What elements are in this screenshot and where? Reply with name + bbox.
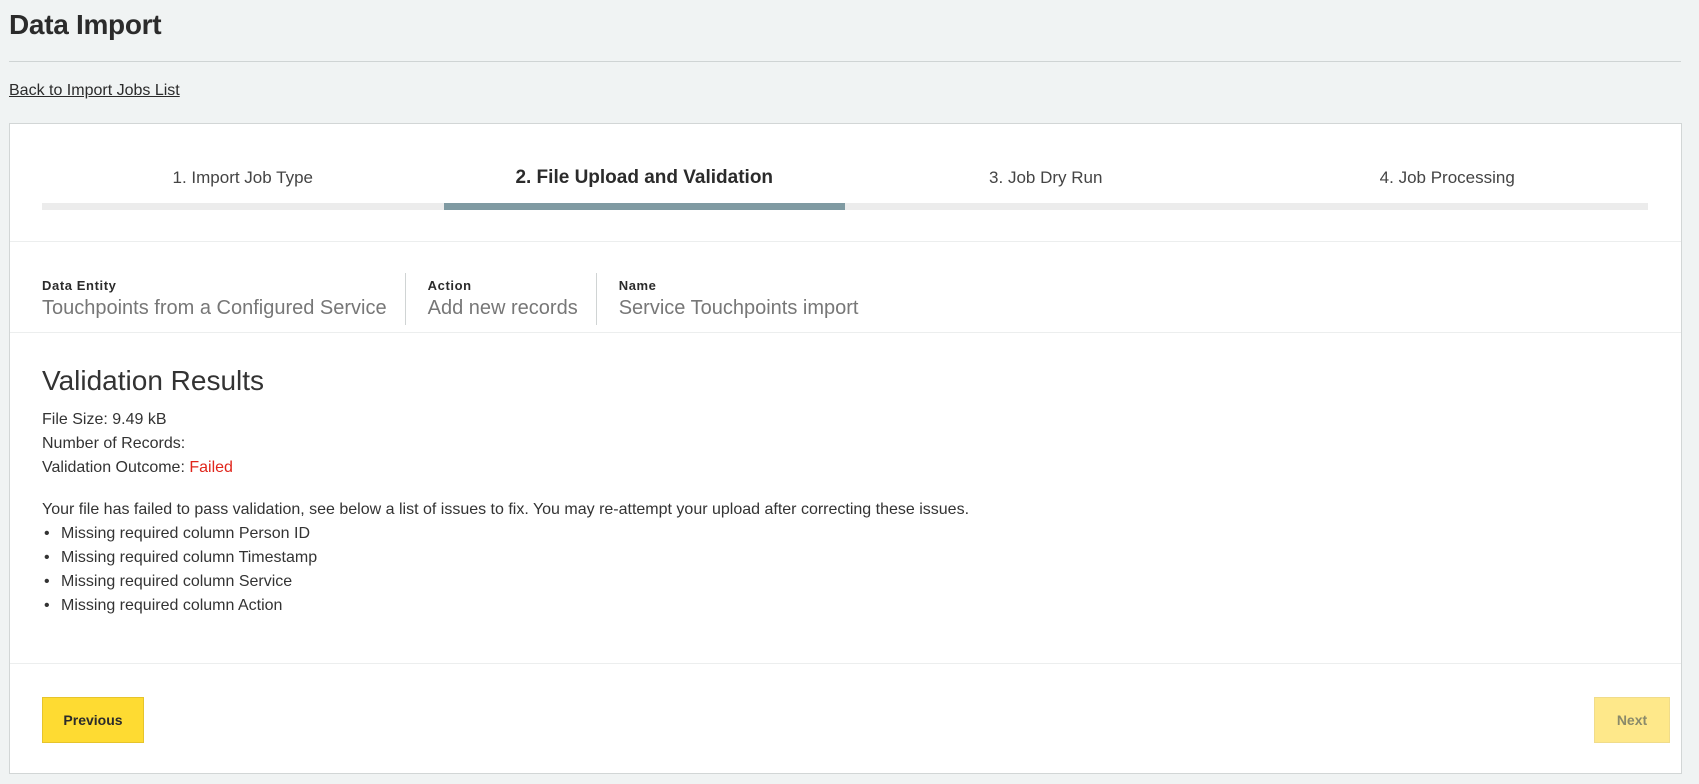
import-wizard-card: 1. Import Job Type 2. File Upload and Va…	[9, 123, 1682, 774]
list-item: • Missing required column Service	[42, 570, 1642, 594]
section-divider	[10, 332, 1681, 333]
bullet-icon: •	[44, 525, 50, 542]
meta-label: Name	[618, 278, 657, 293]
bullet-icon: •	[44, 549, 50, 566]
file-size-line: File Size: 9.49 kB	[42, 408, 1642, 432]
outcome-status-failed: Failed	[189, 459, 233, 476]
wizard-stepper: 1. Import Job Type 2. File Upload and Va…	[42, 124, 1648, 210]
page-title: Data Import	[9, 9, 162, 40]
step-file-upload-validation[interactable]: 2. File Upload and Validation	[443, 124, 845, 210]
previous-button[interactable]: Previous	[42, 697, 144, 743]
list-item: • Missing required column Timestamp	[42, 546, 1642, 570]
meta-label: Data Entity	[42, 278, 117, 293]
step-progress-bar	[42, 203, 444, 210]
validation-results: Validation Results File Size: 9.49 kB Nu…	[42, 364, 1642, 618]
records-label: Number of Records:	[42, 435, 186, 452]
bullet-icon: •	[44, 597, 50, 614]
issue-text: Missing required column Person ID	[61, 525, 310, 542]
records-line: Number of Records:	[42, 432, 1642, 456]
step-job-processing[interactable]: 4. Job Processing	[1246, 124, 1648, 210]
list-item: • Missing required column Action	[42, 594, 1642, 618]
step-label: 3. Job Dry Run	[989, 168, 1103, 187]
validation-results-title: Validation Results	[42, 365, 265, 396]
section-divider	[10, 241, 1681, 242]
meta-action: Action Add new records	[428, 273, 597, 325]
step-progress-bar	[443, 203, 845, 210]
validation-message: Your file has failed to pass validation,…	[42, 501, 970, 518]
step-import-job-type[interactable]: 1. Import Job Type	[42, 124, 444, 210]
meta-value: Add new records	[427, 297, 578, 319]
step-progress-bar	[845, 203, 1247, 210]
meta-label: Action	[427, 278, 472, 293]
section-divider	[10, 663, 1681, 664]
next-button[interactable]: Next	[1594, 697, 1670, 743]
meta-name: Name Service Touchpoints import	[619, 273, 877, 325]
meta-value: Touchpoints from a Configured Service	[42, 297, 387, 319]
validation-info: File Size: 9.49 kB Number of Records: Va…	[42, 408, 1642, 480]
back-to-import-jobs-link[interactable]: Back to Import Jobs List	[9, 82, 180, 100]
validation-issues-list: • Missing required column Person ID • Miss…	[42, 522, 1642, 618]
outcome-label: Validation Outcome:	[42, 459, 185, 476]
step-label: 2. File Upload and Validation	[515, 167, 774, 188]
meta-value: Service Touchpoints import	[618, 297, 859, 319]
meta-data-entity: Data Entity Touchpoints from a Configure…	[42, 273, 406, 325]
step-progress-bar	[1246, 203, 1648, 210]
step-label: 1. Import Job Type	[172, 168, 313, 187]
issue-text: Missing required column Timestamp	[61, 549, 318, 566]
step-label: 4. Job Processing	[1379, 168, 1515, 187]
bullet-icon: •	[44, 573, 50, 590]
page-header: Data Import	[9, 0, 1681, 62]
issue-text: Missing required column Service	[61, 573, 293, 590]
step-job-dry-run[interactable]: 3. Job Dry Run	[845, 124, 1247, 210]
list-item: • Missing required column Person ID	[42, 522, 1642, 546]
file-size-value: 9.49 kB	[112, 411, 167, 428]
job-meta-summary: Data Entity Touchpoints from a Configure…	[42, 273, 898, 328]
file-size-label: File Size:	[42, 411, 108, 428]
outcome-line: Validation Outcome: Failed	[42, 456, 1642, 480]
issue-text: Missing required column Action	[61, 597, 283, 614]
